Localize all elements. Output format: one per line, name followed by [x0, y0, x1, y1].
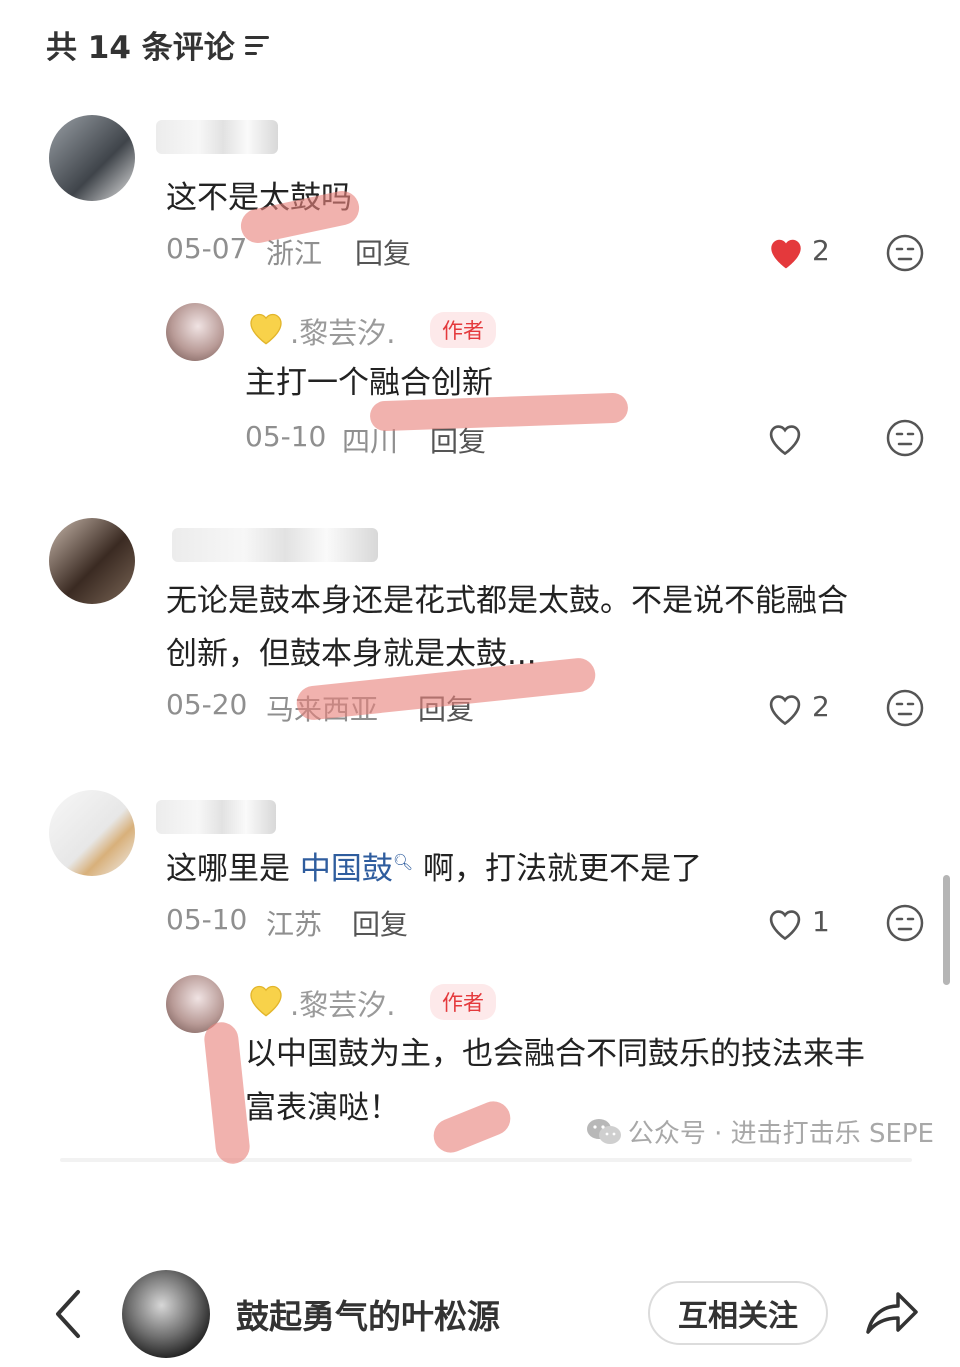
divider: [60, 1158, 912, 1162]
topic-link[interactable]: 中国鼓: [300, 851, 393, 887]
comment-count-title: 共 14 条评论: [46, 30, 235, 66]
comment-date: 05-10: [166, 903, 248, 936]
comment-location: 江苏: [266, 908, 323, 941]
user-name[interactable]: 鼓起勇气的叶松源: [236, 1290, 500, 1338]
annotation-stroke: [428, 1096, 516, 1158]
comment-date: 05-07: [166, 232, 248, 265]
username-blurred: [156, 800, 276, 834]
reply-date: 05-10: [245, 420, 327, 453]
heart-outline-icon[interactable]: [765, 690, 805, 726]
watermark-text: 公众号 · 进击打击乐 SEPE: [627, 1119, 934, 1149]
author-badge: 作者: [430, 984, 496, 1020]
author-name[interactable]: .黎芸汐.: [290, 310, 395, 352]
back-arrow-icon[interactable]: [50, 1288, 86, 1340]
comment-text: 这哪里是 中国鼓🔍︎ 啊，打法就更不是了: [166, 843, 702, 896]
author-avatar[interactable]: [166, 303, 224, 361]
author-badge: 作者: [430, 312, 496, 348]
dislike-emoji-icon[interactable]: [885, 233, 925, 273]
avatar[interactable]: [49, 790, 135, 876]
watermark: 公众号 · 进击打击乐 SEPE: [586, 1113, 934, 1150]
username-blurred: [172, 528, 378, 562]
heart-outline-icon[interactable]: [765, 905, 805, 941]
comments-header: 共 14 条评论: [46, 22, 269, 67]
user-avatar[interactable]: [122, 1270, 210, 1358]
comment-date: 05-20: [166, 688, 248, 721]
share-icon[interactable]: [862, 1284, 920, 1342]
avatar[interactable]: [49, 518, 135, 604]
like-count: 2: [812, 234, 830, 267]
author-name[interactable]: .黎芸汐.: [290, 982, 395, 1024]
comment-text-line1: 无论是鼓本身还是花式都是太鼓。不是说不能融合: [166, 583, 848, 619]
username-blurred: [156, 120, 278, 154]
dislike-emoji-icon[interactable]: [885, 903, 925, 943]
like-count: 2: [812, 690, 830, 723]
comment-text-after: 啊，打法就更不是了: [423, 851, 703, 887]
search-icon[interactable]: 🔍︎: [393, 853, 413, 872]
heart-outline-icon[interactable]: [765, 420, 805, 456]
yellow-heart-icon: [250, 985, 282, 1017]
filter-icon[interactable]: [244, 34, 269, 56]
comment-text-before: 这哪里是: [166, 851, 290, 887]
like-count: 1: [812, 905, 830, 938]
avatar[interactable]: [49, 115, 135, 201]
scrollbar[interactable]: [943, 875, 950, 985]
reply-button[interactable]: 回复: [355, 232, 411, 272]
yellow-heart-icon: [250, 313, 282, 345]
wechat-icon: [586, 1118, 621, 1144]
reply-text-line2: 富表演哒！: [245, 1090, 400, 1126]
follow-button[interactable]: 互相关注: [648, 1281, 828, 1345]
reply-text-line1: 以中国鼓为主，也会融合不同鼓乐的技法来丰: [245, 1036, 865, 1072]
dislike-emoji-icon[interactable]: [885, 688, 925, 728]
heart-filled-icon[interactable]: [766, 234, 806, 270]
reply-button[interactable]: 回复: [352, 903, 408, 943]
dislike-emoji-icon[interactable]: [885, 418, 925, 458]
